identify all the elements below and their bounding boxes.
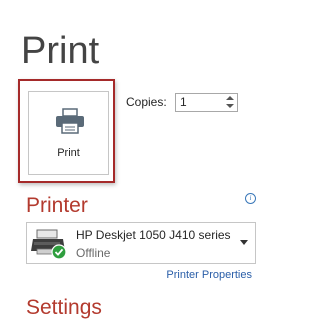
print-button-label: Print [57, 147, 80, 159]
settings-heading: Settings [26, 296, 102, 319]
printer-icon [56, 108, 84, 134]
copies-spinner [175, 93, 238, 112]
printer-properties-link[interactable]: Printer Properties [166, 269, 252, 281]
printer-heading: Printer [26, 194, 88, 217]
printer-name: HP Deskjet 1050 J410 series [76, 228, 231, 242]
printer-status: Offline [76, 246, 111, 260]
printer-device-icon [31, 229, 67, 260]
page-title: Print [21, 30, 100, 72]
copies-increment-icon[interactable] [224, 94, 236, 102]
printer-dropdown[interactable]: HP Deskjet 1050 J410 series Offline [26, 222, 256, 264]
copies-input[interactable] [176, 94, 224, 111]
print-button[interactable]: Print [28, 91, 109, 175]
print-button-highlight: Print [18, 79, 115, 183]
info-icon[interactable]: i [245, 193, 256, 204]
chevron-down-icon [240, 240, 248, 245]
copies-decrement-icon[interactable] [224, 102, 236, 110]
offline-check-icon [51, 244, 67, 260]
copies-label: Copies: [126, 95, 167, 109]
